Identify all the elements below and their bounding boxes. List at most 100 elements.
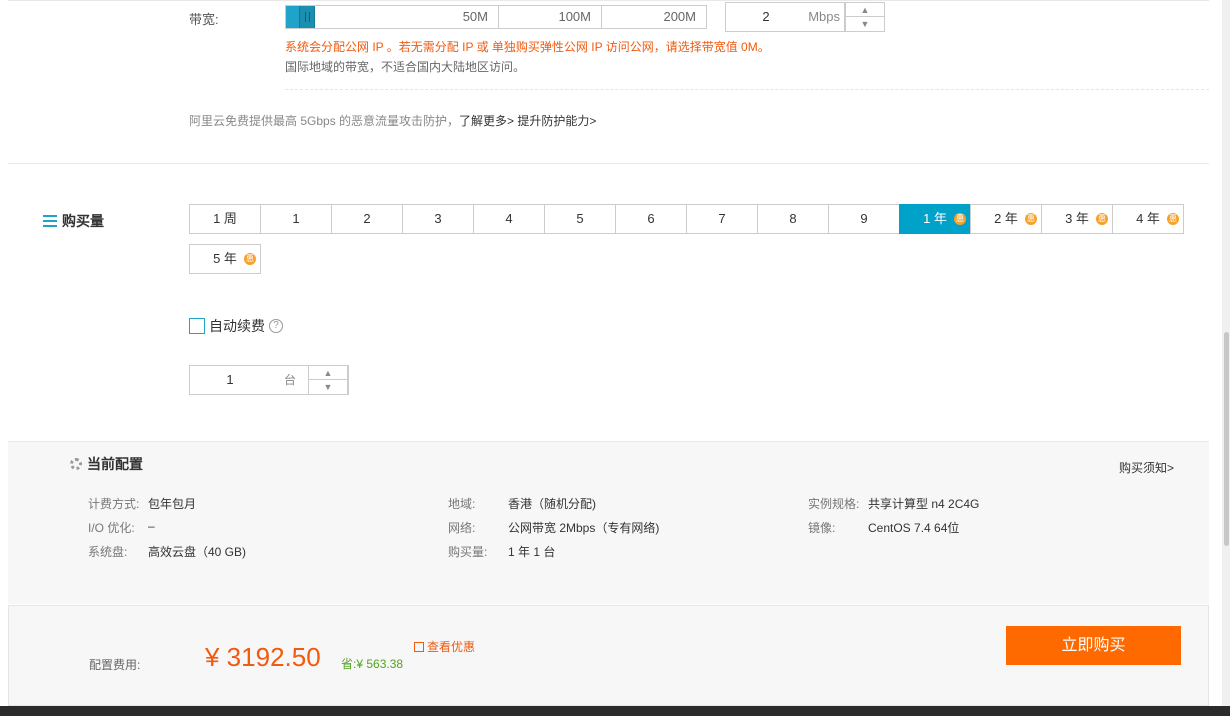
config-key: 地域:	[448, 497, 476, 511]
config-key: 计费方式:	[88, 497, 140, 511]
duration-option[interactable]: 2 年惠	[970, 204, 1042, 234]
discount-badge-icon: 惠	[1096, 213, 1108, 225]
top-border	[8, 0, 1209, 1]
learn-more-link[interactable]: 了解更多>	[459, 114, 514, 128]
duration-option[interactable]: 1 年惠	[899, 204, 971, 234]
config-network: 网络: 公网带宽 2Mbps（专有网络)	[448, 519, 659, 536]
duration-option[interactable]: 5 年惠	[189, 244, 261, 274]
config-value: 香港（随机分配)	[508, 497, 596, 511]
increment-icon[interactable]: ▲	[846, 3, 884, 17]
ddos-notice: 阿里云免费提供最高 5Gbps 的恶意流量攻击防护，了解更多> 提升防护能力>	[189, 112, 596, 129]
config-value: 共享计算型 n4 2C4G	[868, 497, 980, 511]
current-config-panel: 当前配置 购买须知> 计费方式: 包年包月 I/O 优化: – 系统盘: 高效云盘（4…	[8, 441, 1209, 604]
config-value: 公网带宽 2Mbps（专有网络)	[508, 521, 660, 535]
purchase-notice-link[interactable]: 购买须知>	[1119, 459, 1174, 476]
duration-option[interactable]: 3 年惠	[1041, 204, 1113, 234]
config-region: 地域: 香港（随机分配)	[448, 495, 596, 512]
bandwidth-tick-50m: 50M	[286, 6, 499, 28]
duration-label: 7	[718, 211, 726, 226]
auto-renew-checkbox[interactable]	[189, 318, 205, 334]
buy-now-button[interactable]: 立即购买	[1006, 626, 1181, 665]
quantity-stepper[interactable]: ▲ ▼	[308, 365, 348, 395]
view-offers-text: 查看优惠	[427, 640, 476, 654]
purchase-title-text: 购买量	[62, 213, 104, 229]
duration-option[interactable]: 3	[402, 204, 474, 234]
config-disk: 系统盘: 高效云盘（40 GB)	[88, 543, 246, 560]
config-amount: 购买量: 1 年 1 台	[448, 543, 555, 560]
auto-renew-label: 自动续费	[209, 318, 265, 334]
config-value: 高效云盘（40 GB)	[148, 545, 247, 559]
config-key: 网络:	[448, 521, 476, 535]
duration-option[interactable]: 2	[331, 204, 403, 234]
discount-badge-icon: 惠	[244, 253, 256, 265]
duration-label: 2	[363, 211, 371, 226]
duration-label: 6	[647, 211, 655, 226]
duration-label: 5	[576, 211, 584, 226]
discount-badge-icon: 惠	[954, 213, 966, 225]
auto-renew-option[interactable]: 自动续费 ?	[189, 316, 283, 336]
help-icon[interactable]: ?	[269, 319, 283, 333]
duration-option[interactable]: 5	[544, 204, 616, 234]
duration-option[interactable]: 4	[473, 204, 545, 234]
duration-label: 3 年	[1065, 211, 1089, 226]
divider	[285, 89, 1209, 90]
bandwidth-label: 带宽:	[189, 12, 219, 27]
list-icon	[43, 215, 57, 227]
duration-option[interactable]: 6	[615, 204, 687, 234]
duration-label: 4	[505, 211, 513, 226]
config-title-text: 当前配置	[87, 456, 143, 472]
duration-option[interactable]: 8	[757, 204, 829, 234]
quantity-unit: 台	[284, 373, 297, 387]
config-key: 实例规格:	[808, 497, 860, 511]
bandwidth-tick-100m: 100M	[499, 6, 602, 28]
config-key: I/O 优化:	[88, 521, 135, 535]
increment-icon[interactable]: ▲	[309, 366, 347, 380]
ecs-purchase-page: 带宽: 50M 100M 200M 2 Mbps ▲ ▼ 系统会分配公网 IP …	[0, 0, 1230, 716]
duration-option[interactable]: 1	[260, 204, 332, 234]
duration-label: 8	[789, 211, 797, 226]
bandwidth-input[interactable]: 2 Mbps	[725, 2, 845, 32]
duration-option[interactable]: 1 周	[189, 204, 261, 234]
duration-option[interactable]: 7	[686, 204, 758, 234]
config-key: 系统盘:	[88, 545, 128, 559]
bandwidth-ip-notice: 系统会分配公网 IP 。若无需分配 IP 或 单独购买弹性公网 IP 访问公网，…	[285, 40, 770, 54]
purchase-section-title: 购买量	[43, 211, 104, 231]
view-offers-link[interactable]: 查看优惠	[414, 638, 475, 655]
config-value: 包年包月	[148, 497, 197, 511]
config-value: –	[148, 519, 155, 533]
duration-label: 1	[292, 211, 300, 226]
bandwidth-slider[interactable]: 50M 100M 200M	[285, 5, 707, 29]
config-key: 购买量:	[448, 545, 488, 559]
config-value: 1 年 1 台	[508, 545, 556, 559]
duration-label: 3	[434, 211, 442, 226]
duration-label: 5 年	[213, 251, 237, 266]
scrollbar-thumb[interactable]	[1224, 332, 1229, 546]
section-divider	[8, 163, 1209, 164]
bandwidth-stepper[interactable]: ▲ ▼	[845, 2, 885, 32]
duration-label: 2 年	[994, 211, 1018, 226]
decrement-icon[interactable]: ▼	[309, 380, 347, 394]
config-spec: 实例规格: 共享计算型 n4 2C4G	[808, 495, 979, 512]
duration-option[interactable]: 4 年惠	[1112, 204, 1184, 234]
bottom-bar	[0, 706, 1230, 716]
config-image: 镜像: CentOS 7.4 64位	[808, 519, 959, 536]
config-billing: 计费方式: 包年包月	[88, 495, 196, 512]
discount-badge-icon: 惠	[1167, 213, 1179, 225]
config-key: 镜像:	[808, 521, 836, 535]
decrement-icon[interactable]: ▼	[846, 17, 884, 31]
price-footer: 配置费用: ¥ 3192.50 省:¥ 563.38 查看优惠 立即购买	[8, 605, 1209, 706]
bandwidth-intl-notice: 国际地域的带宽，不适合国内大陆地区访问。	[285, 60, 526, 74]
bandwidth-value[interactable]: 2	[726, 3, 806, 31]
discount-badge-icon: 惠	[1025, 213, 1037, 225]
gear-icon	[70, 458, 82, 470]
duration-label: 1 周	[213, 211, 237, 226]
duration-label: 4 年	[1136, 211, 1160, 226]
config-io: I/O 优化: –	[88, 519, 155, 536]
savings: 省:¥ 563.38	[341, 657, 404, 671]
duration-option[interactable]: 9	[828, 204, 900, 234]
bandwidth-tick-200m: 200M	[663, 9, 696, 24]
quantity-value[interactable]: 1	[190, 366, 270, 394]
upgrade-protection-link[interactable]: 提升防护能力>	[517, 114, 596, 128]
config-value: CentOS 7.4 64位	[868, 521, 960, 535]
duration-label: 9	[860, 211, 868, 226]
